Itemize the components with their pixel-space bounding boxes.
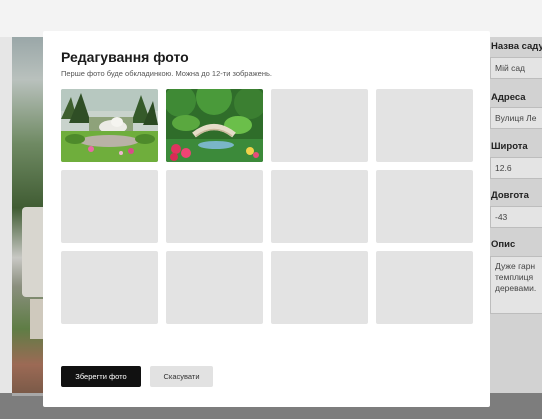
address-field[interactable]: Вулиця Ле xyxy=(490,107,542,129)
photo-slot-10[interactable] xyxy=(166,251,263,324)
photo-slot-5[interactable] xyxy=(61,170,158,243)
garden-form: Назва саду Мій сад Адреса Вулиця Ле Широ… xyxy=(490,37,542,393)
modal-title: Редагування фото xyxy=(61,49,189,65)
photo-slot-6[interactable] xyxy=(166,170,263,243)
photo-slot-9[interactable] xyxy=(61,251,158,324)
modal-subtitle: Перше фото буде обкладинкою. Можна до 12… xyxy=(61,69,272,78)
cancel-button[interactable]: Скасувати xyxy=(150,366,213,387)
photo-slot-3[interactable] xyxy=(271,89,368,162)
photo-edit-modal: Редагування фото Перше фото буде обклади… xyxy=(43,31,490,407)
name-label: Назва саду xyxy=(491,41,542,52)
longitude-label: Довгота xyxy=(491,190,529,201)
photo-slot-11[interactable] xyxy=(271,251,368,324)
description-field[interactable]: Дуже гарн темплиця деревами. xyxy=(490,256,542,314)
latitude-label: Широта xyxy=(491,141,528,152)
name-field[interactable]: Мій сад xyxy=(490,57,542,79)
photo-slot-7[interactable] xyxy=(271,170,368,243)
garden-photo-1 xyxy=(61,89,158,162)
address-label: Адреса xyxy=(491,92,526,103)
photo-slot-1[interactable] xyxy=(61,89,158,162)
cover-photo-background xyxy=(12,37,46,393)
longitude-field[interactable]: -43 xyxy=(490,206,542,228)
photo-slot-8[interactable] xyxy=(376,170,473,243)
garden-photo-2 xyxy=(166,89,263,162)
page-left-margin xyxy=(0,37,12,393)
latitude-field[interactable]: 12.6 xyxy=(490,157,542,179)
description-label: Опис xyxy=(491,239,516,250)
photo-slot-4[interactable] xyxy=(376,89,473,162)
photo-slot-2[interactable] xyxy=(166,89,263,162)
save-photos-button[interactable]: Зберегти фото xyxy=(61,366,141,387)
photo-slot-12[interactable] xyxy=(376,251,473,324)
